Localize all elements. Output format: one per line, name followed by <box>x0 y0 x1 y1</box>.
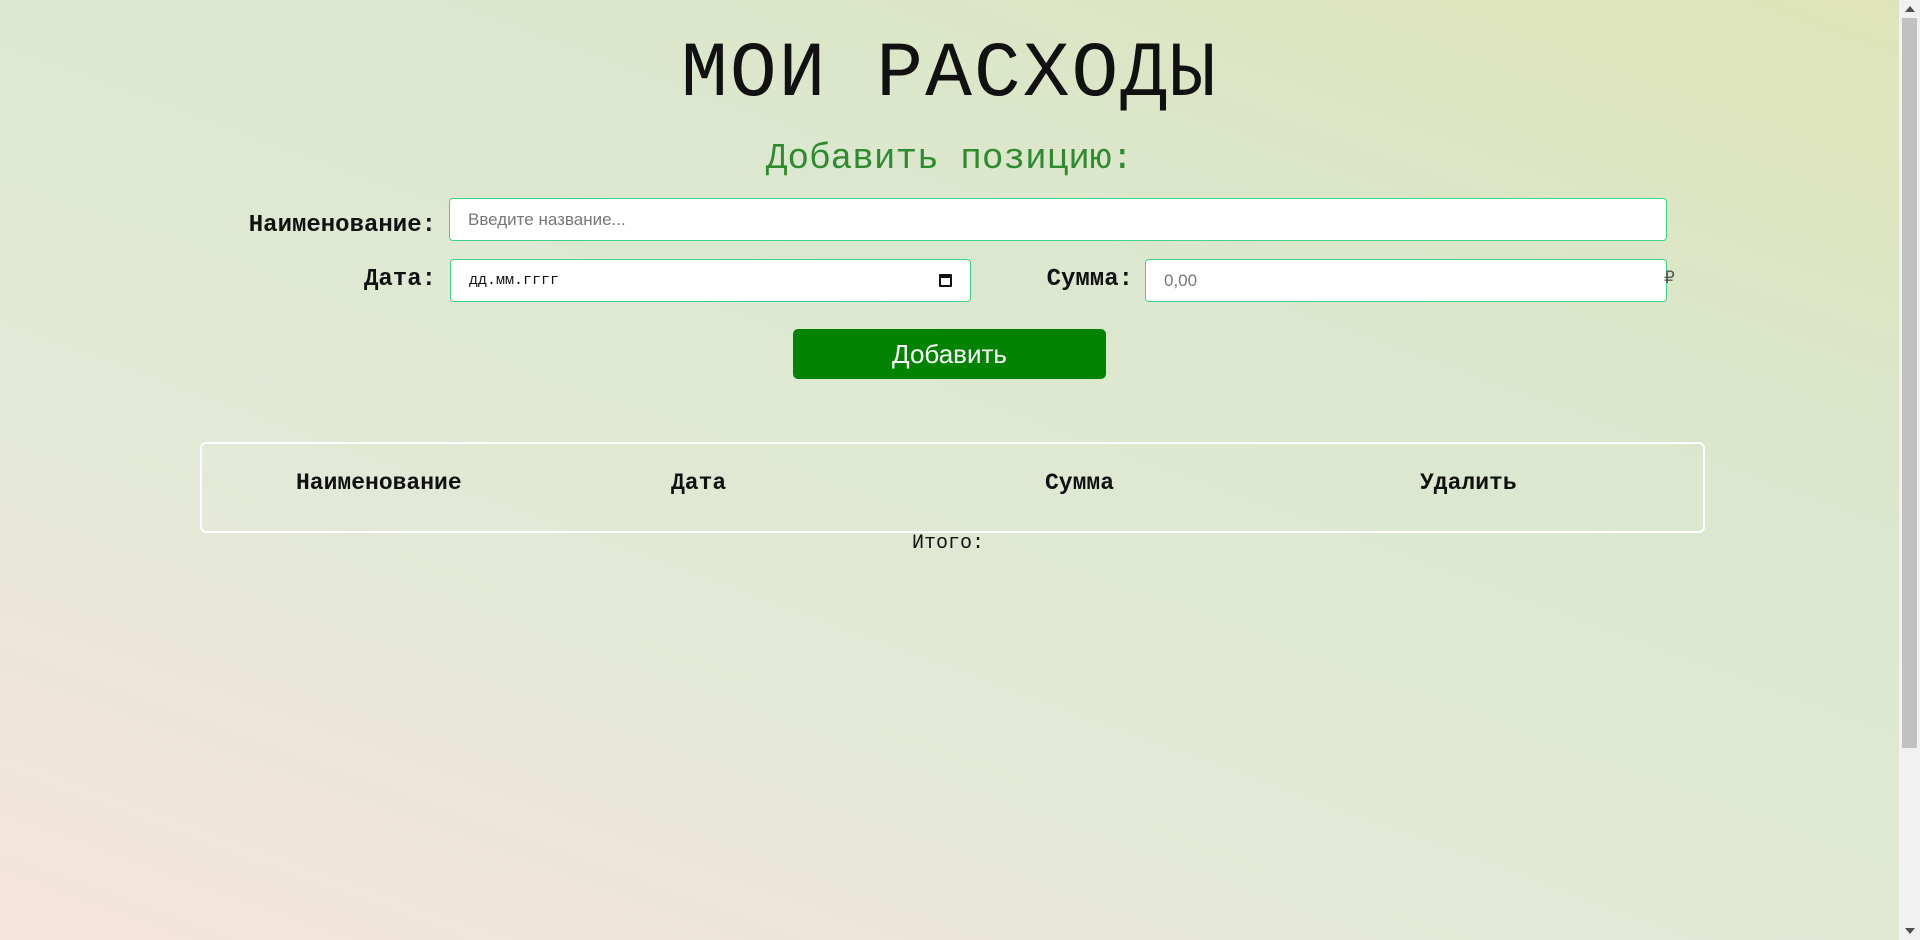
add-button[interactable]: Добавить <box>793 329 1106 379</box>
total-label: Итого: <box>912 532 985 555</box>
calendar-icon[interactable] <box>939 274 952 287</box>
sum-label: Сумма: <box>1046 266 1133 293</box>
sum-input-placeholder: 0,00 <box>1164 270 1198 290</box>
date-label: Дата: <box>363 266 436 293</box>
scroll-down-icon[interactable] <box>1905 928 1915 934</box>
date-input-placeholder: дд.мм.гггг <box>469 272 560 289</box>
date-input[interactable]: дд.мм.гггг <box>450 259 971 302</box>
page-title: МОИ РАСХОДЫ <box>681 31 1218 119</box>
column-header-date: Дата <box>671 470 727 496</box>
name-input-placeholder: Введите название... <box>468 209 626 229</box>
expense-page: МОИ РАСХОДЫ Добавить позицию: Наименован… <box>0 0 1899 940</box>
name-label: Наименование: <box>248 212 436 239</box>
expenses-table: Наименование Дата Сумма Удалить <box>200 442 1705 533</box>
form-subtitle: Добавить позицию: <box>765 138 1134 179</box>
column-header-name: Наименование <box>296 470 462 496</box>
name-input[interactable]: Введите название... <box>449 198 1667 241</box>
sum-input[interactable]: 0,00 <box>1145 259 1667 302</box>
column-header-delete: Удалить <box>1420 470 1517 496</box>
scroll-thumb[interactable] <box>1902 18 1917 748</box>
vertical-scrollbar[interactable] <box>1899 0 1920 940</box>
ruble-icon: ₽ <box>1664 268 1675 288</box>
column-header-sum: Сумма <box>1045 470 1115 496</box>
scroll-up-icon[interactable] <box>1905 6 1915 12</box>
